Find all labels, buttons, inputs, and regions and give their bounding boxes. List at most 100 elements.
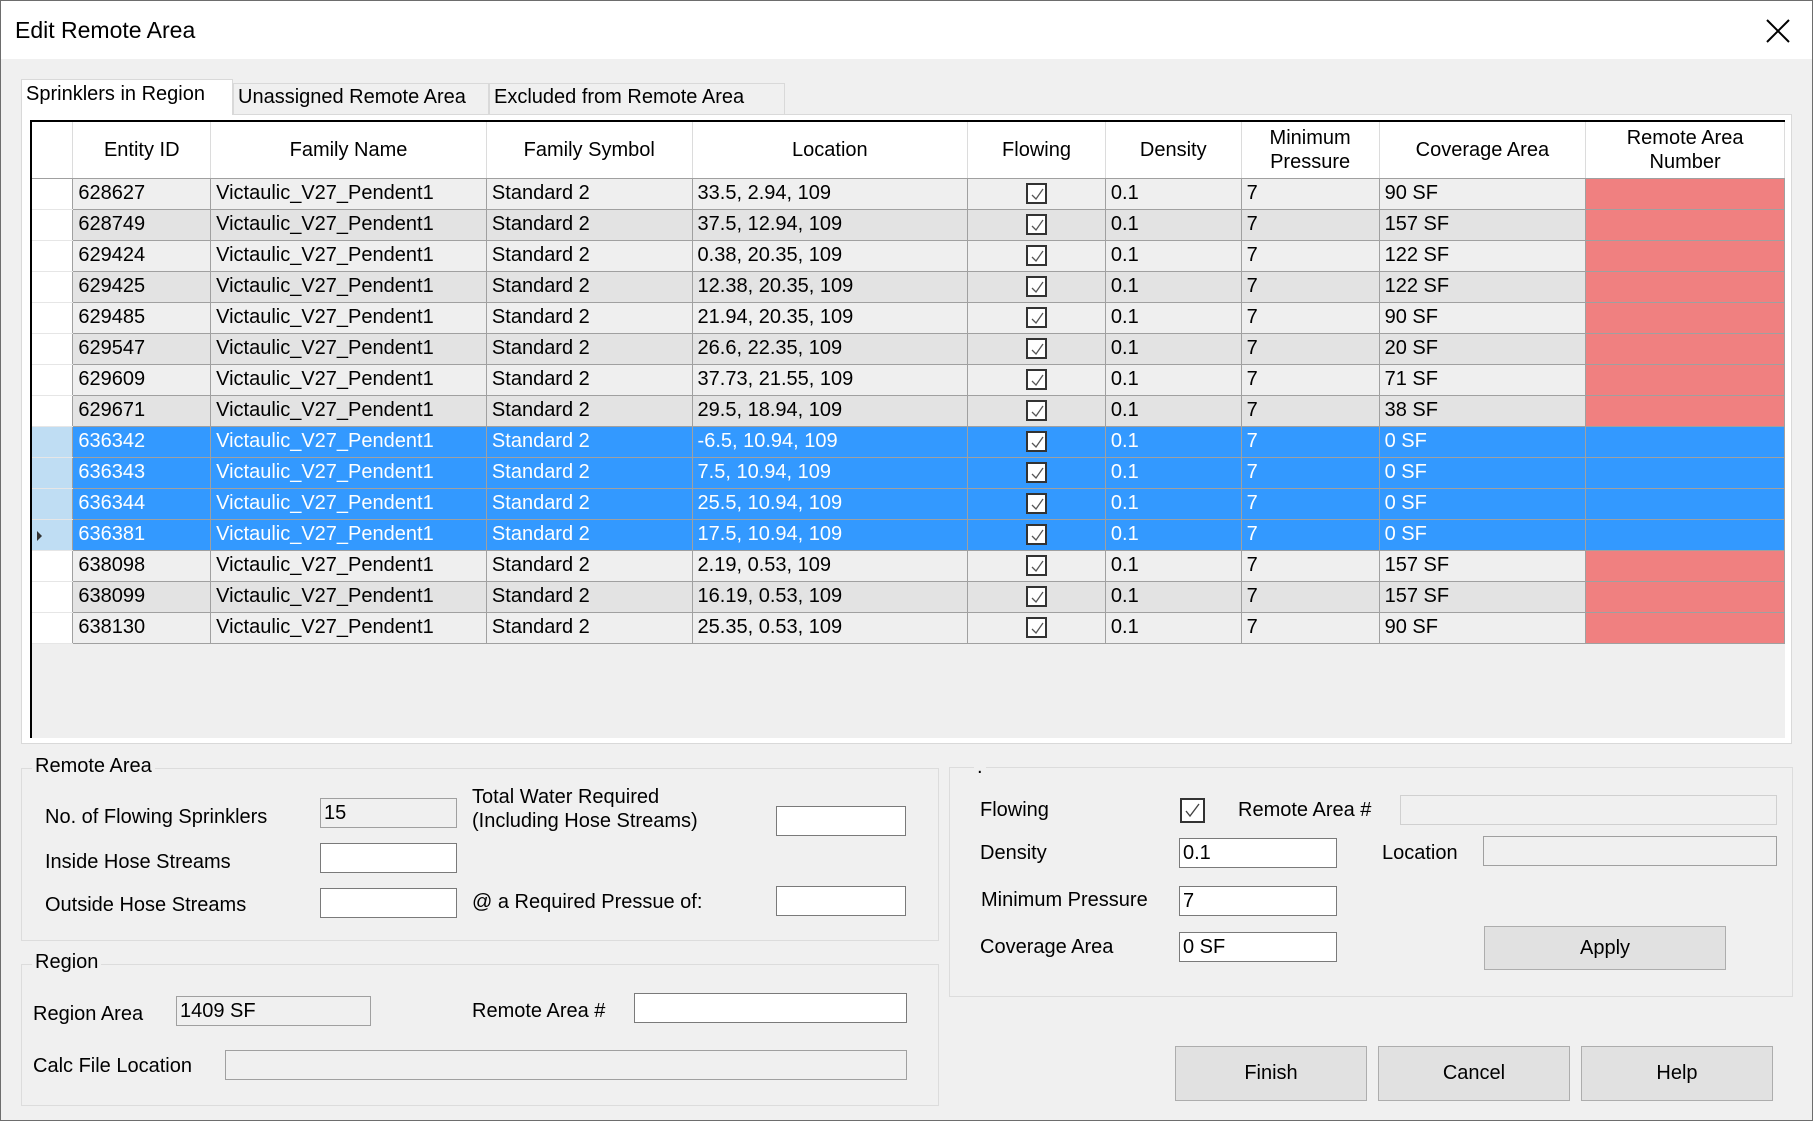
cell-family-name[interactable]: Victaulic_V27_Pendent1	[210, 456, 487, 489]
cell-density[interactable]: 0.1	[1104, 363, 1242, 396]
table-row[interactable]: 636344 Victaulic_V27_Pendent1 Standard 2 25…	[32, 487, 1785, 520]
cell-entity-id[interactable]: 638098	[72, 549, 212, 582]
cell-coverage-area[interactable]: 20 SF	[1378, 332, 1587, 365]
cell-family-symbol[interactable]: Standard 2	[485, 549, 693, 582]
row-header[interactable]	[32, 209, 74, 241]
cell-density[interactable]: 0.1	[1104, 208, 1242, 241]
cell-flowing[interactable]	[967, 208, 1106, 241]
flowing-cell-checkbox[interactable]	[1026, 245, 1048, 267]
required-pressure-field[interactable]	[776, 886, 906, 916]
row-header[interactable]	[32, 519, 74, 551]
region-remote-area-number-field[interactable]	[634, 993, 907, 1023]
cell-family-name[interactable]: Victaulic_V27_Pendent1	[210, 425, 487, 458]
cell-family-name[interactable]: Victaulic_V27_Pendent1	[210, 518, 487, 551]
flowing-cell-checkbox[interactable]	[1026, 307, 1048, 329]
cell-remote-area-number[interactable]	[1585, 270, 1785, 303]
cell-family-name[interactable]: Victaulic_V27_Pendent1	[210, 487, 487, 520]
cell-density[interactable]: 0.1	[1104, 456, 1242, 489]
cell-entity-id[interactable]: 636342	[72, 425, 212, 458]
cell-location[interactable]: 25.5, 10.94, 109	[691, 487, 969, 520]
cell-minimum-pressure[interactable]: 7	[1240, 549, 1380, 582]
cell-entity-id[interactable]: 636343	[72, 456, 212, 489]
cell-density[interactable]: 0.1	[1104, 580, 1242, 613]
finish-button[interactable]: Finish	[1175, 1046, 1367, 1101]
cell-flowing[interactable]	[967, 518, 1106, 551]
cell-coverage-area[interactable]: 157 SF	[1378, 580, 1587, 613]
total-water-required-field[interactable]	[776, 806, 906, 836]
cell-entity-id[interactable]: 638099	[72, 580, 212, 613]
table-row[interactable]: 629485 Victaulic_V27_Pendent1 Standard 2 21…	[32, 301, 1785, 334]
cell-location[interactable]: 37.5, 12.94, 109	[691, 208, 969, 241]
cell-location[interactable]: 12.38, 20.35, 109	[691, 270, 969, 303]
region-area-field[interactable]	[176, 996, 371, 1026]
row-header[interactable]	[32, 457, 74, 489]
cell-location[interactable]: 33.5, 2.94, 109	[691, 177, 969, 210]
table-row[interactable]: 628627 Victaulic_V27_Pendent1 Standard 2 33…	[32, 177, 1785, 210]
cell-minimum-pressure[interactable]: 7	[1240, 177, 1380, 210]
row-header[interactable]	[32, 488, 74, 520]
cell-family-name[interactable]: Victaulic_V27_Pendent1	[210, 239, 487, 272]
cell-entity-id[interactable]: 628749	[72, 208, 212, 241]
cell-location[interactable]: 21.94, 20.35, 109	[691, 301, 969, 334]
cell-remote-area-number[interactable]	[1585, 332, 1785, 365]
column-header-family-symbol[interactable]: Family Symbol	[486, 122, 693, 179]
cell-family-symbol[interactable]: Standard 2	[485, 487, 693, 520]
table-row[interactable]: 636343 Victaulic_V27_Pendent1 Standard 2 7.…	[32, 456, 1785, 489]
cancel-button[interactable]: Cancel	[1378, 1046, 1570, 1101]
cell-entity-id[interactable]: 636381	[72, 518, 212, 551]
row-header[interactable]	[32, 581, 74, 613]
table-row[interactable]: 638130 Victaulic_V27_Pendent1 Standard 2 25…	[32, 611, 1785, 644]
cell-minimum-pressure[interactable]: 7	[1240, 270, 1380, 303]
cell-density[interactable]: 0.1	[1104, 611, 1242, 644]
cell-remote-area-number[interactable]	[1585, 487, 1785, 520]
cell-minimum-pressure[interactable]: 7	[1240, 456, 1380, 489]
cell-location[interactable]: 37.73, 21.55, 109	[691, 363, 969, 396]
cell-flowing[interactable]	[967, 270, 1106, 303]
cell-density[interactable]: 0.1	[1104, 301, 1242, 334]
minimum-pressure-field[interactable]	[1179, 886, 1337, 916]
cell-coverage-area[interactable]: 71 SF	[1378, 363, 1587, 396]
cell-minimum-pressure[interactable]: 7	[1240, 301, 1380, 334]
cell-location[interactable]: 0.38, 20.35, 109	[691, 239, 969, 272]
cell-location[interactable]: 29.5, 18.94, 109	[691, 394, 969, 427]
cell-entity-id[interactable]: 629424	[72, 239, 212, 272]
cell-remote-area-number[interactable]	[1585, 549, 1785, 582]
cell-remote-area-number[interactable]	[1585, 208, 1785, 241]
cell-family-symbol[interactable]: Standard 2	[485, 270, 693, 303]
cell-location[interactable]: 25.35, 0.53, 109	[691, 611, 969, 644]
cell-remote-area-number[interactable]	[1585, 394, 1785, 427]
cell-entity-id[interactable]: 629547	[72, 332, 212, 365]
cell-coverage-area[interactable]: 122 SF	[1378, 270, 1587, 303]
cell-coverage-area[interactable]: 157 SF	[1378, 208, 1587, 241]
column-header-density[interactable]: Density	[1105, 122, 1242, 179]
cell-family-name[interactable]: Victaulic_V27_Pendent1	[210, 177, 487, 210]
cell-coverage-area[interactable]: 0 SF	[1378, 456, 1587, 489]
cell-density[interactable]: 0.1	[1104, 549, 1242, 582]
tab-sprinklers-in-region[interactable]: Sprinklers in Region	[21, 79, 233, 115]
cell-density[interactable]: 0.1	[1104, 487, 1242, 520]
column-header-remote-area-number[interactable]: Remote Area Number	[1585, 122, 1785, 179]
cell-density[interactable]: 0.1	[1104, 394, 1242, 427]
cell-density[interactable]: 0.1	[1104, 177, 1242, 210]
cell-flowing[interactable]	[967, 363, 1106, 396]
table-row[interactable]: 629671 Victaulic_V27_Pendent1 Standard 2 29…	[32, 394, 1785, 427]
cell-remote-area-number[interactable]	[1585, 301, 1785, 334]
cell-minimum-pressure[interactable]: 7	[1240, 580, 1380, 613]
cell-minimum-pressure[interactable]: 7	[1240, 425, 1380, 458]
cell-coverage-area[interactable]: 157 SF	[1378, 549, 1587, 582]
cell-density[interactable]: 0.1	[1104, 425, 1242, 458]
column-header-family-name[interactable]: Family Name	[210, 122, 487, 179]
table-row[interactable]: 629547 Victaulic_V27_Pendent1 Standard 2 26…	[32, 332, 1785, 365]
inside-hose-streams-field[interactable]	[320, 843, 457, 873]
tab-unassigned-remote-area[interactable]: Unassigned Remote Area	[233, 83, 489, 115]
cell-flowing[interactable]	[967, 332, 1106, 365]
cell-entity-id[interactable]: 629485	[72, 301, 212, 334]
cell-family-symbol[interactable]: Standard 2	[485, 177, 693, 210]
cell-family-symbol[interactable]: Standard 2	[485, 239, 693, 272]
flowing-cell-checkbox[interactable]	[1026, 493, 1048, 515]
cell-flowing[interactable]	[967, 611, 1106, 644]
cell-flowing[interactable]	[967, 239, 1106, 272]
cell-family-name[interactable]: Victaulic_V27_Pendent1	[210, 394, 487, 427]
column-header-location[interactable]: Location	[692, 122, 969, 179]
cell-location[interactable]: 16.19, 0.53, 109	[691, 580, 969, 613]
